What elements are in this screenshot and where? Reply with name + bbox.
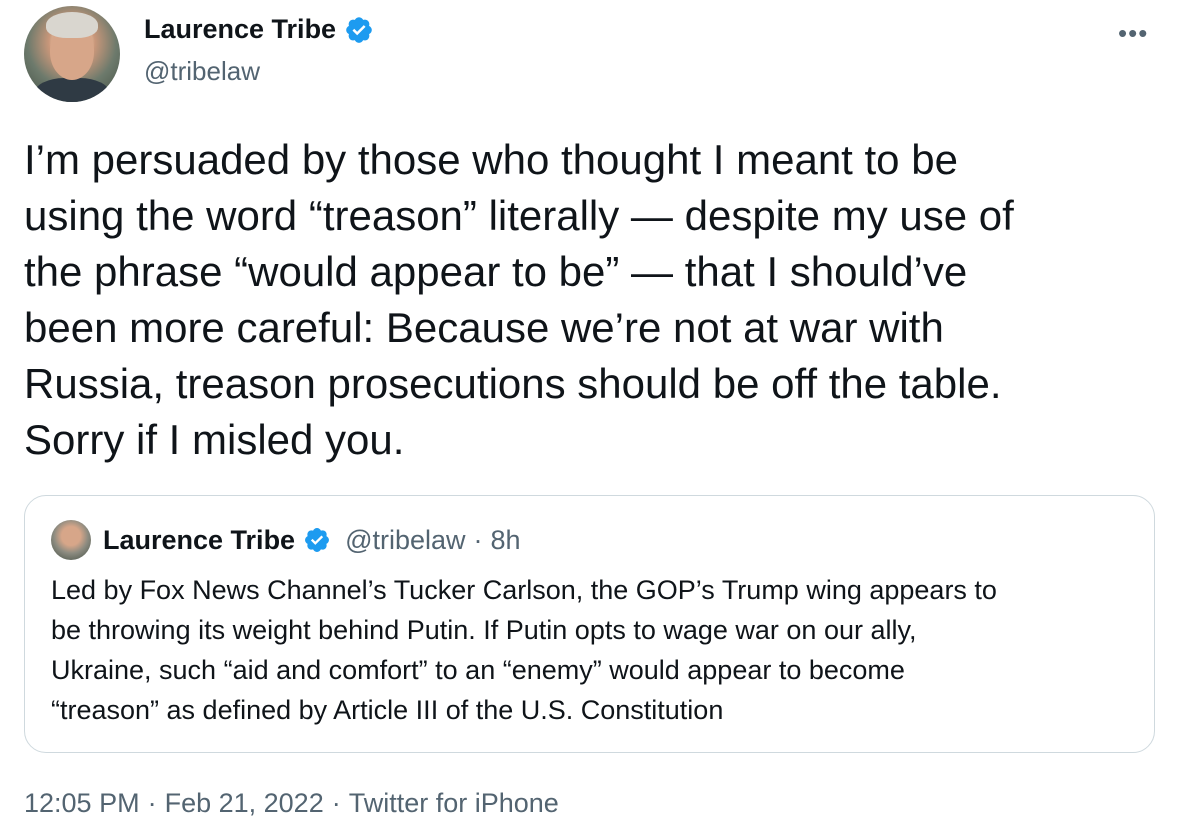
author-avatar[interactable] (24, 6, 120, 102)
quoted-tweet-text: Led by Fox News Channel’s Tucker Carlson… (51, 575, 997, 725)
tweet-source[interactable]: Twitter for iPhone (349, 788, 559, 819)
quoted-author-avatar (51, 520, 91, 560)
quoted-author-display-name: Laurence Tribe (103, 524, 296, 555)
quoted-verified-badge-icon (305, 528, 330, 552)
quoted-author-handle: @tribelaw (345, 524, 466, 555)
footer-separator: · (147, 788, 157, 818)
tweet-footer: 12:05 PM · Feb 21, 2022 · Twitter for iP… (24, 788, 559, 819)
quoted-separator: · (473, 524, 483, 555)
tweet-text: I’m persuaded by those who thought I mea… (24, 136, 1014, 463)
quoted-tweet-header: Laurence Tribe @tribelaw · 8h (51, 520, 521, 560)
more-horizontal-icon[interactable]: ••• (1118, 20, 1148, 46)
tweet: Laurence Tribe @tribelaw ••• I’m persuad… (0, 0, 1180, 836)
quoted-tweet[interactable]: Laurence Tribe @tribelaw · 8h Led by Fox… (24, 495, 1155, 753)
verified-badge-icon (346, 16, 372, 43)
quoted-time: 8h (490, 524, 521, 555)
footer-separator: · (331, 788, 341, 818)
author-display-name[interactable]: Laurence Tribe (144, 14, 336, 45)
author-handle[interactable]: @tribelaw (144, 56, 260, 87)
author-name-row: Laurence Tribe (144, 14, 374, 45)
tweet-time[interactable]: 12:05 PM (24, 788, 140, 819)
tweet-date[interactable]: Feb 21, 2022 (165, 788, 324, 819)
